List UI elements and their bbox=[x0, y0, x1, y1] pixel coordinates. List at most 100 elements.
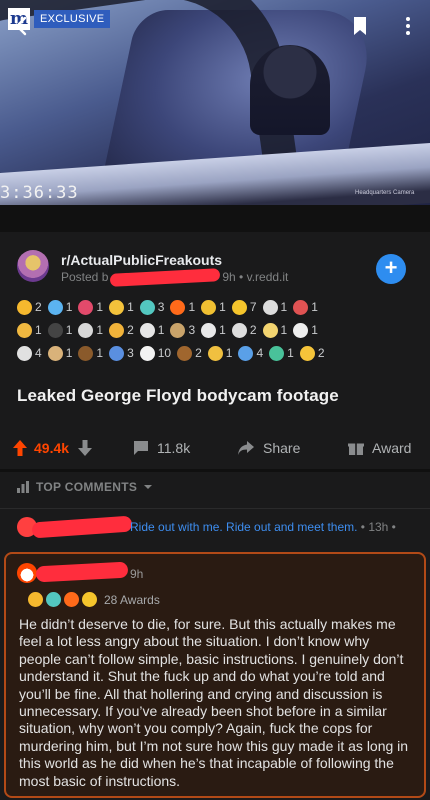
award-count: 1 bbox=[127, 300, 134, 314]
helmet-award-icon bbox=[17, 299, 32, 315]
award-item[interactable]: 1 bbox=[78, 345, 104, 361]
join-subreddit-button[interactable]: + bbox=[376, 254, 406, 284]
award-count: 1 bbox=[280, 323, 288, 337]
comment-sort-dropdown[interactable]: TOP COMMENTS bbox=[16, 480, 153, 494]
award-item[interactable]: 2 bbox=[17, 299, 42, 315]
award-item[interactable]: 1 bbox=[109, 299, 134, 315]
shrug-award-icon bbox=[47, 345, 63, 361]
vote-group: 49.4k bbox=[12, 439, 93, 457]
saxophone-award-icon bbox=[47, 322, 63, 338]
f-award-icon bbox=[139, 322, 155, 338]
award-item[interactable]: 1 bbox=[78, 299, 104, 315]
award-item[interactable]: 1 bbox=[262, 322, 288, 338]
award-item[interactable]: 1 bbox=[139, 322, 164, 338]
award-count: 3 bbox=[127, 346, 134, 360]
award-item[interactable]: 10 bbox=[139, 345, 172, 361]
share-button[interactable]: Share bbox=[237, 440, 300, 456]
award-row: 2 1 1 1 3 1 1 7 1 1 bbox=[17, 296, 417, 318]
comments-button[interactable]: 11.8k bbox=[133, 440, 190, 456]
award-item[interactable]: 1 bbox=[47, 299, 73, 315]
comment-body: He didn’t deserve to die, for sure. But … bbox=[19, 616, 409, 789]
share-arrow-icon bbox=[238, 441, 254, 455]
award-count: 1 bbox=[280, 300, 288, 314]
collapsed-comment[interactable]: Ride out with me. Ride out and meet them… bbox=[0, 508, 430, 544]
award-item[interactable]: 7 bbox=[231, 299, 257, 315]
award-item[interactable]: 2 bbox=[177, 345, 202, 361]
dragon-award-icon bbox=[269, 345, 285, 361]
award-item[interactable]: 1 bbox=[47, 322, 72, 338]
collapsed-comment-body: Ride out with me. Ride out and meet them… bbox=[130, 520, 358, 534]
more-options-icon[interactable] bbox=[398, 14, 418, 38]
collapsed-comment-text: Ride out with me. Ride out and meet them… bbox=[130, 520, 396, 534]
helmet-award-icon bbox=[28, 592, 43, 607]
award-item[interactable]: 1 bbox=[47, 345, 73, 361]
award-row: 4 1 1 3 10 2 1 4 1 2 bbox=[17, 342, 417, 364]
award-item[interactable]: 2 bbox=[299, 345, 325, 361]
posted-meta: 9h • v.redd.it bbox=[222, 270, 289, 284]
post-header: r/ActualPublicFreakouts Posted b 9h • v.r… bbox=[0, 232, 430, 405]
wave-award-icon bbox=[109, 345, 125, 361]
award-count: 1 bbox=[188, 300, 196, 314]
award-item[interactable]: 2 bbox=[231, 322, 257, 338]
subreddit-avatar[interactable] bbox=[17, 250, 49, 282]
lion-award-icon bbox=[109, 322, 125, 338]
award-count: 1 bbox=[219, 300, 226, 314]
poop-award-icon bbox=[78, 345, 94, 361]
award-item[interactable]: 1 bbox=[207, 345, 232, 361]
award-item[interactable]: 3 bbox=[109, 345, 134, 361]
downvote-icon[interactable] bbox=[77, 439, 93, 457]
award-count: 1 bbox=[96, 300, 104, 314]
bookmark-icon[interactable] bbox=[352, 16, 368, 36]
comment-time: 9h bbox=[130, 567, 144, 581]
award-count: 10 bbox=[157, 346, 172, 360]
award-item[interactable]: 4 bbox=[17, 345, 42, 361]
award-item[interactable]: 1 bbox=[293, 322, 318, 338]
subreddit-name[interactable]: r/ActualPublicFreakouts bbox=[61, 252, 222, 268]
award-count: 1 bbox=[96, 346, 104, 360]
skull-award-icon bbox=[78, 322, 94, 338]
post-title[interactable]: Leaked George Floyd bodycam footage bbox=[17, 386, 339, 406]
ribbon-award-icon bbox=[262, 299, 278, 315]
back-arrow-icon[interactable] bbox=[10, 14, 34, 38]
video-bottom-shade bbox=[0, 205, 430, 232]
wholesome-award-icon bbox=[139, 299, 155, 315]
award-item[interactable]: 1 bbox=[17, 322, 42, 338]
highlighted-comment[interactable]: 9h 28 Awards He didn’t deserve to die, f… bbox=[4, 552, 426, 798]
comment-sort-label: TOP COMMENTS bbox=[36, 480, 138, 494]
award-count: 2 bbox=[249, 323, 257, 337]
award-item[interactable]: 1 bbox=[170, 299, 196, 315]
video-player[interactable]: 3:36:33 Headquarters Camera m EXCLUSIVE bbox=[0, 0, 430, 232]
award-item[interactable]: 1 bbox=[78, 322, 103, 338]
award-item[interactable]: 2 bbox=[109, 322, 134, 338]
star-struck-award-icon bbox=[109, 299, 125, 315]
pile-award-icon bbox=[177, 345, 193, 361]
hands-award-icon bbox=[201, 299, 217, 315]
award-item[interactable]: 4 bbox=[238, 345, 263, 361]
award-item[interactable]: 1 bbox=[201, 299, 226, 315]
award-item[interactable]: 1 bbox=[262, 299, 288, 315]
award-button[interactable]: Award bbox=[348, 440, 411, 456]
redaction-mark bbox=[110, 268, 221, 288]
award-count: 1 bbox=[65, 346, 73, 360]
award-item[interactable]: 1 bbox=[269, 345, 294, 361]
award-item[interactable]: 3 bbox=[170, 322, 195, 338]
award-item[interactable]: 3 bbox=[139, 299, 164, 315]
gold-award-icon bbox=[82, 592, 97, 607]
upvote-icon[interactable] bbox=[12, 439, 28, 457]
comment-count: 11.8k bbox=[157, 440, 191, 456]
award-item[interactable]: 1 bbox=[293, 299, 318, 315]
award-item[interactable]: 1 bbox=[201, 322, 226, 338]
award-label: Award bbox=[372, 440, 412, 456]
upvote-count: 49.4k bbox=[34, 440, 70, 456]
award-count: 1 bbox=[35, 323, 42, 337]
commenter-avatar[interactable] bbox=[17, 563, 37, 583]
award-count: 1 bbox=[65, 300, 73, 314]
bow-award-icon bbox=[201, 322, 217, 338]
award-count: 1 bbox=[287, 346, 294, 360]
award-count: 2 bbox=[35, 300, 42, 314]
post-awards[interactable]: 2 1 1 1 3 1 1 7 1 1 1 1 1 2 1 3 1 2 1 1 4 1 1 3 10 2 1 4 1 2 bbox=[17, 296, 417, 365]
wholesome-award-icon bbox=[46, 592, 61, 607]
redaction-mark bbox=[31, 515, 133, 539]
redaction-mark bbox=[35, 561, 129, 583]
comment-awards[interactable]: 28 Awards bbox=[28, 592, 160, 607]
